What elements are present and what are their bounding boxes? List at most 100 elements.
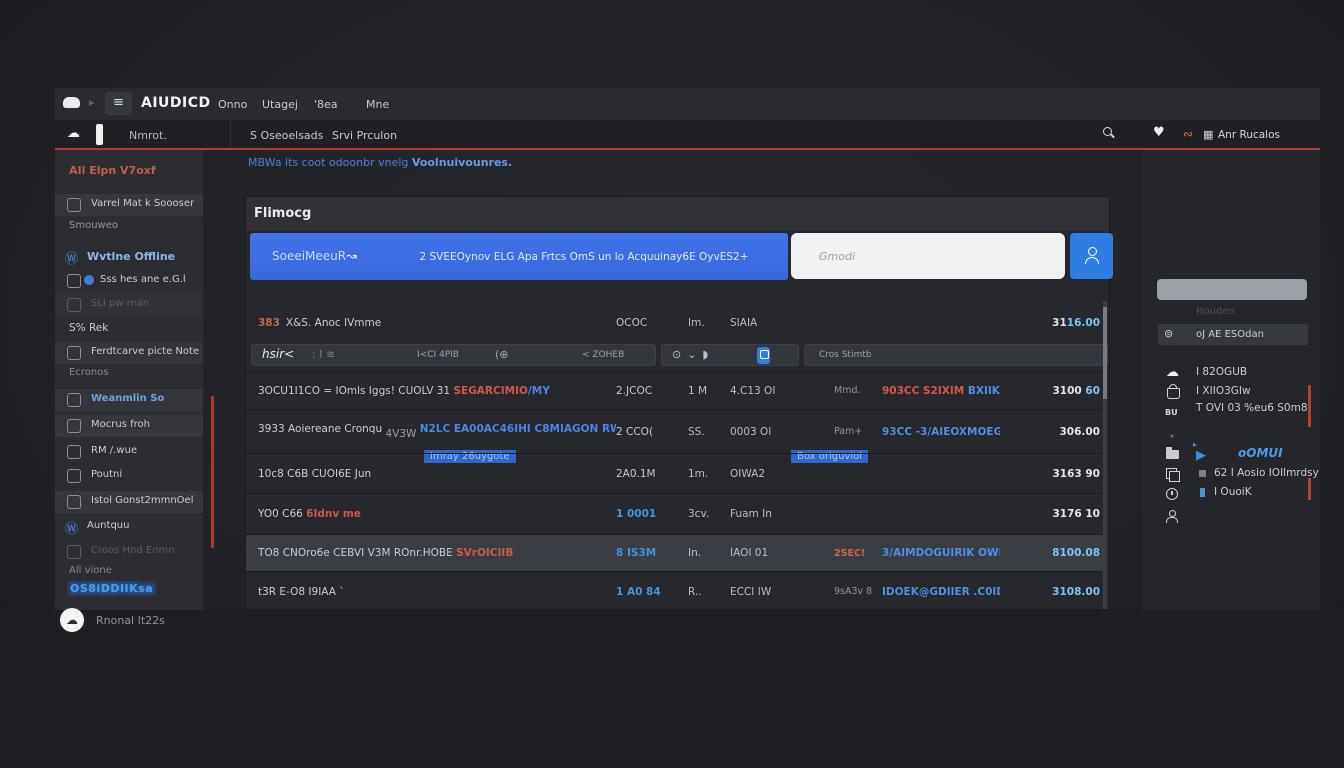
scrollbar-thumb[interactable] [1103,307,1107,399]
sidebar-item-notes[interactable]: Ferdtcarve picte Notes [55,342,203,364]
cloud-icon: ☁ [67,126,80,141]
top-menubar: ▸ ≡ AIUDICD Onno Utagej '8ea Mne [55,88,1320,120]
right-list-item[interactable]: I XIIO3GIw [1196,385,1251,397]
sidebar-section-title-3: All vione [69,565,112,576]
table-row[interactable]: 383X&S. Anoc IVmme OCOC Im. SIAIA 3116.0… [246,301,1106,344]
apps-button[interactable]: Anr Rucalos [1218,129,1280,141]
person-icon [1084,247,1100,264]
toolbar-label-1[interactable]: I<CI 4PIB [417,350,459,360]
navbar: ☁ Nmrot. S Oseoelsads Srvi Prculon ♥ ∾ ▦… [55,120,1320,150]
sidebar-item-croos[interactable]: Croos Hnd Enmn [55,541,203,563]
sidebar-item-offline[interactable]: Ⓦ Wvtlne Offline [55,246,203,268]
folder-icon[interactable] [1166,450,1179,459]
right-list-item[interactable]: I 82OGUB [1196,366,1247,378]
row-qty: 2A0.1M [616,468,688,480]
toolbar-segment-tools[interactable]: hsir< : I ≋ I<CI 4PIB (⊕ < ZOHEB [251,344,656,366]
bottom-background [0,610,1344,768]
doc-icon [67,419,81,433]
right-list-item-blue[interactable]: oOMUI [1238,446,1283,460]
footer-user-label[interactable]: Rnonal It22s [96,614,165,627]
toolbar-segment-view[interactable]: ⊙⌄◗ [661,344,799,366]
blue-toggle[interactable] [757,347,770,364]
sidebar: AIl Elpn V7oxf Varrel Mat k Soooser Smou… [55,150,203,610]
doc-icon [67,495,81,509]
sidebar-item-istol[interactable]: Istol Gonst2mmnOel [55,491,203,513]
promo-banner[interactable]: SoeeiMeeuR↝ 2 SVEEOynov ELG Apa Frtcs Om… [250,233,788,280]
cloud-icon[interactable]: ☁ [1166,365,1179,380]
sidebar-item-auntquu[interactable]: Ⓦ Auntquu [55,516,203,538]
sidebar-item-highlighted[interactable]: OS8iDDIIKsa [67,581,156,596]
table-row[interactable]: 3OCU1I1CO = IOmls Iggs! CUOLV 31 SEGARCI… [246,371,1106,409]
basket-icon[interactable] [1167,388,1180,399]
toolbar-segment-filter[interactable]: Cros Stimtb [804,344,1108,366]
right-list-item[interactable]: I OuoiK [1214,486,1252,498]
right-list-item[interactable]: T OVI 03 %eu6 S0m8 [1196,402,1308,414]
row-amount: 3176 10 [1000,508,1100,520]
table-row[interactable]: 10c8 C6B CUOI6E Jun 2A0.1M 1m. OIWA2 316… [246,453,1106,493]
nav-tab-downloads[interactable]: S Oseoelsads [250,129,323,142]
search-icon[interactable] [1103,127,1115,140]
sidebar-item-weanmlin[interactable]: Weanmlin So [55,389,203,411]
sidebar-item-varrel[interactable]: Varrel Mat k Soooser [55,194,203,216]
table-toolbar: hsir< : I ≋ I<CI 4PIB (⊕ < ZOHEB ⊙⌄◗ Cro… [246,344,1109,368]
search-input[interactable] [791,233,1065,279]
sidebar-item-mocrus[interactable]: Mocrus froh [55,415,203,437]
row-amount: 3163 90 [1000,468,1100,480]
right-search-bar[interactable] [1157,279,1307,300]
red-accent-line [211,396,214,548]
sidebar-item-poutni[interactable]: Poutni [55,465,203,487]
person-icon[interactable] [1166,510,1178,522]
stamp-icon[interactable]: : I ≋ [312,348,335,361]
row-qty: 1 0001 [616,508,688,520]
sidebar-item-rek[interactable]: S% Rek [55,318,203,340]
breadcrumb-bold[interactable]: Voolnuivounres. [412,156,512,169]
menu-item-4[interactable]: Mne [366,98,389,111]
globe-icon[interactable]: (⊕ [495,348,509,361]
toolbar-label-2[interactable]: < ZOHEB [582,350,624,360]
filter-label: Cros Stimtb [819,350,872,360]
user-avatar[interactable]: ☁ [60,608,84,632]
doc-icon [67,445,81,459]
table-row[interactable]: YO0 C66 6Idnv me 1 0001 3cv. Fuam In 317… [246,493,1106,534]
blue-square-icon [1200,488,1205,497]
sidebar-section-title-2: Ecronos [69,367,109,378]
row-qty: OCOC [616,317,688,329]
menu-item-1[interactable]: Onno [218,98,247,111]
play-icon[interactable]: ▶ [1196,448,1206,463]
navbar-divider [230,120,231,148]
row-qty: 2 CCO( [616,426,688,438]
squiggle-icon[interactable]: ∾ [1183,127,1193,141]
nav-tab-provision[interactable]: Srvi Prculon [332,129,397,142]
table-row-highlighted[interactable]: TO8 CNOro6e CEBVI V3M ROnr.HOBE SVrOICII… [246,534,1106,571]
chevron-down-icon[interactable]: ▾ [1170,432,1174,441]
bu-badge-icon[interactable]: BU [1165,408,1178,417]
circled-w-icon: Ⓦ [65,518,78,537]
hamburger-menu-icon[interactable]: ≡ [105,92,132,115]
table-row[interactable]: t3R E-O8 I9IAA ` 1 A0 84 R.. ECCI IW 9sA… [246,571,1106,611]
sidebar-item-rmwue[interactable]: RM /.wue [55,441,203,463]
blue-dot-icon [84,275,94,285]
row-amount: 8100.08 [1000,547,1100,559]
view-icons[interactable]: ⊙⌄◗ [672,348,714,361]
row-qty: 8 IS3M [616,547,688,559]
row-amount: 306.00 [1000,426,1100,438]
menu-item-3[interactable]: '8ea [314,98,338,111]
sidebar-item-sss[interactable]: Sss hes ane e.G.l [55,270,203,292]
frames-icon[interactable] [1166,468,1177,479]
pill-indicator [96,124,103,145]
table-row[interactable]: 3933 Aoiereane Cronqu 4V3W N2LC EA00AC46… [246,409,1106,453]
clock-icon[interactable] [1166,488,1178,500]
heart-icon[interactable]: ♥ [1153,125,1165,140]
grid-icon: ▦ [1203,128,1213,141]
row-unit: Im. [688,317,730,329]
submit-button[interactable] [1070,233,1113,279]
app-logo: AIUDICD [141,95,211,111]
workspace-label[interactable]: Nmrot. [129,129,167,142]
sidebar-section-title-1: AIl Elpn V7oxf [69,164,156,177]
sidebar-item-disabled[interactable]: SLI pw man [55,294,203,316]
cursor-icon: ▸ [89,96,95,109]
right-list-item[interactable]: 62 I Aosio IOIlmrdsy [1214,467,1319,479]
row-qty: 2.JCOC [616,385,688,397]
breadcrumb[interactable]: MBWa lts coot odoonbr vnelg Voolnuivounr… [248,156,512,169]
menu-item-2[interactable]: Utagej [262,98,298,111]
